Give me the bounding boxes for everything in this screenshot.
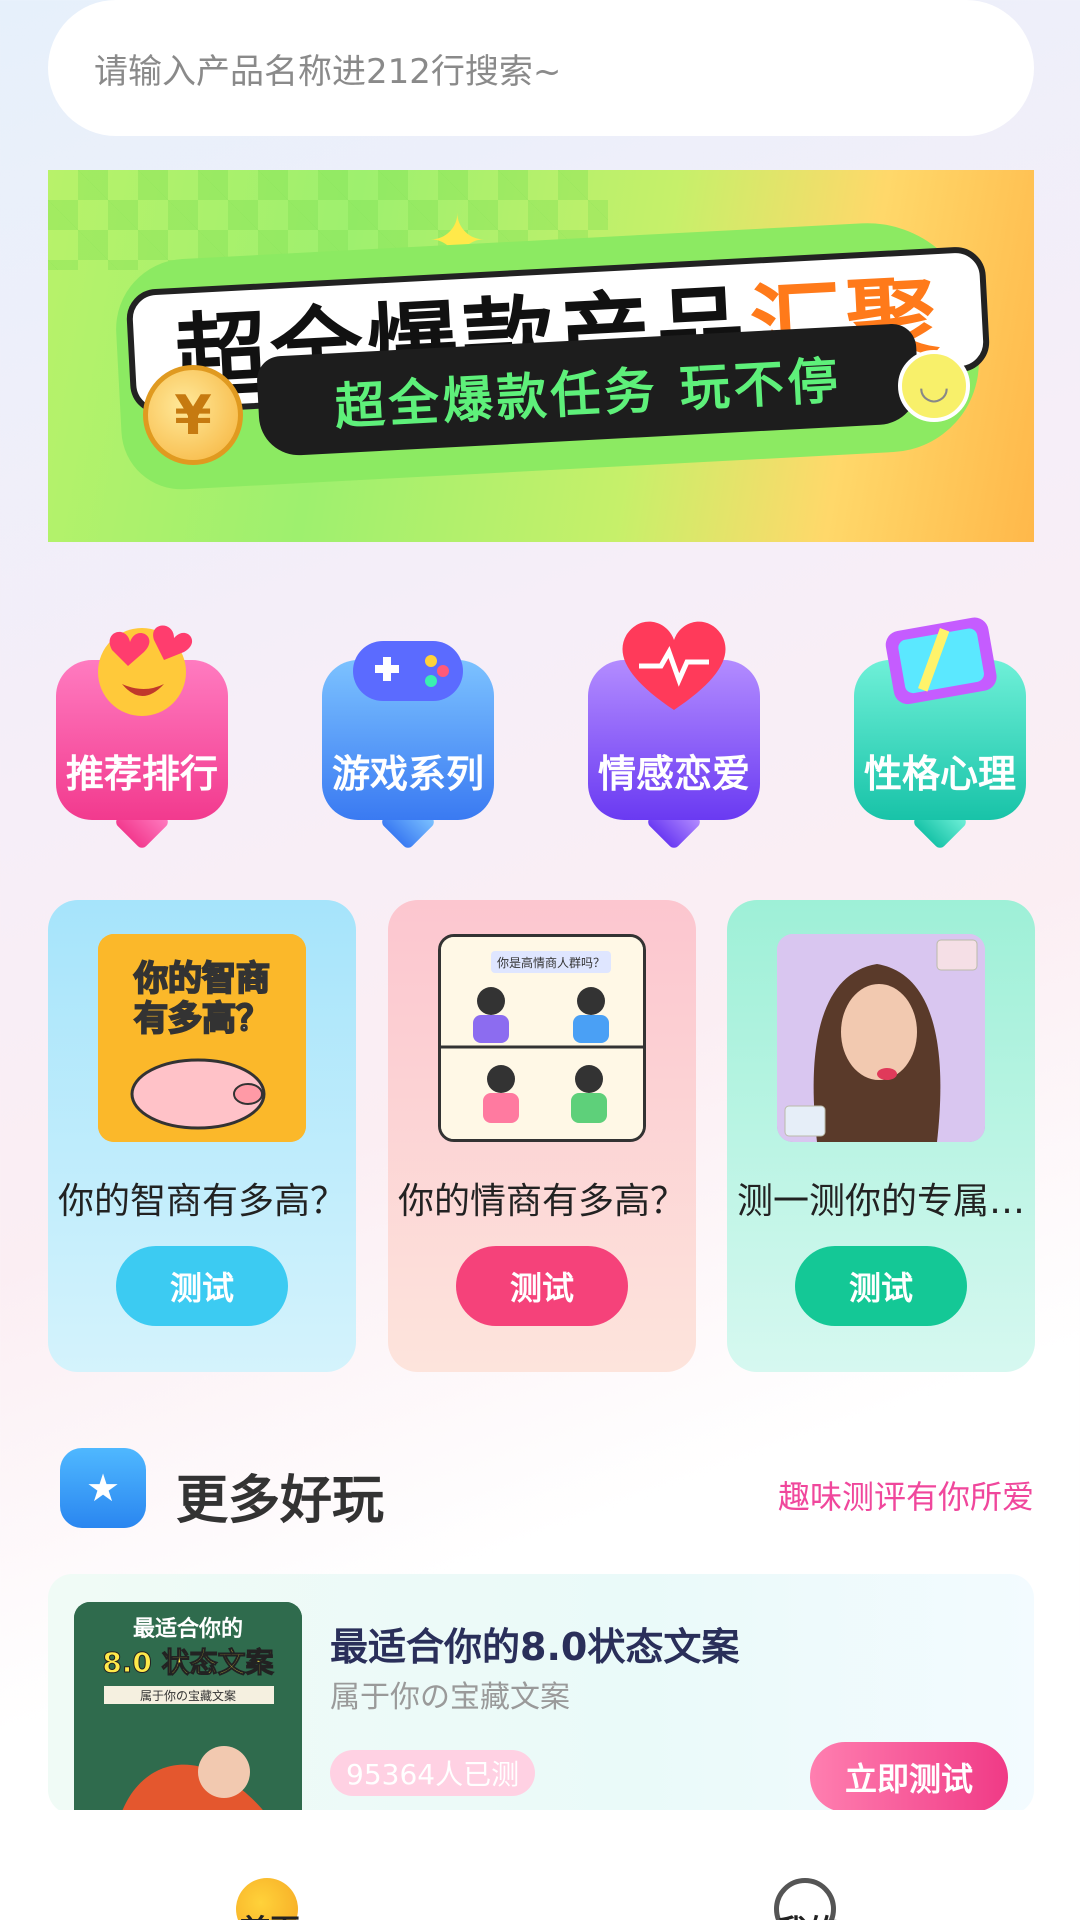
start-test-button[interactable]: 立即测试	[810, 1742, 1008, 1812]
svg-text:有多高？: 有多高？	[134, 999, 270, 1039]
list-item-title: 最适合你的8.0状态文案	[330, 1625, 740, 1669]
list-item-subtitle: 属于你の宝藏文案	[330, 1680, 570, 1715]
featured-title: 你的智商有多高？	[57, 1181, 346, 1222]
tab-label: 首页	[170, 1906, 370, 1920]
category-label: 性格心理	[863, 752, 1016, 796]
category-games[interactable]: 游戏系列	[322, 610, 494, 830]
featured-card-iq[interactable]: 你的智商 有多高？ 你的智商有多高？ 测试	[48, 900, 356, 1372]
category-personality[interactable]: 性格心理	[854, 610, 1026, 830]
section-tagline[interactable]: 趣味测评有你所爱	[778, 1472, 1034, 1518]
smiley-icon: ◡	[898, 350, 970, 422]
list-item[interactable]: 最适合你的 8.0 状态文案 属于你の宝藏文案 最适合你的8.0状态文案 属于你…	[48, 1574, 1034, 1814]
svg-text:你的智商: 你的智商	[133, 959, 270, 999]
category-label: 游戏系列	[331, 752, 484, 796]
coin-icon: ¥	[143, 365, 243, 465]
category-recommend[interactable]: 推荐排行	[56, 610, 228, 830]
svg-text:最适合你的: 最适合你的	[133, 1616, 243, 1642]
category-label: 情感恋爱	[597, 752, 750, 796]
svg-text:你是高情商人群吗？: 你是高情商人群吗？	[497, 955, 605, 970]
featured-thumbnail: 你是高情商人群吗？	[438, 934, 646, 1142]
banner-subtitle: 超全爆款任务 玩不停	[333, 351, 844, 437]
gamepad-icon	[342, 610, 474, 720]
search-placeholder: 请输入产品名称进212行搜索~	[94, 51, 562, 92]
heart-eyes-emoji-icon	[76, 610, 208, 720]
featured-card-eq[interactable]: 你是高情商人群吗？ 你的情商有多高？ 测试	[388, 900, 696, 1372]
heart-pulse-icon	[608, 610, 740, 720]
monitor-icon	[874, 610, 1006, 720]
test-button[interactable]: 测试	[795, 1246, 967, 1326]
promo-banner[interactable]: ✦ 超全爆款产品汇聚 超全爆款任务 玩不停 ¥ ◡	[48, 170, 1034, 542]
svg-text:8.0 状态文案: 8.0 状态文案	[102, 1646, 274, 1679]
tab-home[interactable]: 首页	[170, 1810, 370, 1920]
category-label: 推荐排行	[65, 752, 218, 796]
svg-text:属于你の宝藏文案: 属于你の宝藏文案	[140, 1688, 236, 1703]
featured-card-exclusive[interactable]: 测一测你的专属… 测试	[727, 900, 1035, 1372]
star-badge-icon: ★	[60, 1448, 146, 1528]
featured-thumbnail: 你的智商 有多高？	[98, 934, 306, 1142]
section-title: 更多好玩	[176, 1471, 385, 1531]
test-button[interactable]: 测试	[116, 1246, 288, 1326]
tab-label: 我的	[708, 1906, 908, 1920]
participant-count-badge: 95364人已测	[330, 1750, 536, 1796]
category-love[interactable]: 情感恋爱	[588, 610, 760, 830]
list-item-thumbnail: 最适合你的 8.0 状态文案 属于你の宝藏文案	[74, 1602, 302, 1814]
featured-thumbnail	[777, 934, 985, 1142]
featured-title: 你的情商有多高？	[397, 1181, 686, 1222]
tab-mine[interactable]: 我的	[708, 1810, 908, 1920]
test-button[interactable]: 测试	[456, 1246, 628, 1326]
search-input[interactable]: 请输入产品名称进212行搜索~	[48, 0, 1034, 136]
featured-title: 测一测你的专属…	[736, 1181, 1025, 1222]
bottom-nav: 首页 我的	[0, 1810, 1080, 1920]
